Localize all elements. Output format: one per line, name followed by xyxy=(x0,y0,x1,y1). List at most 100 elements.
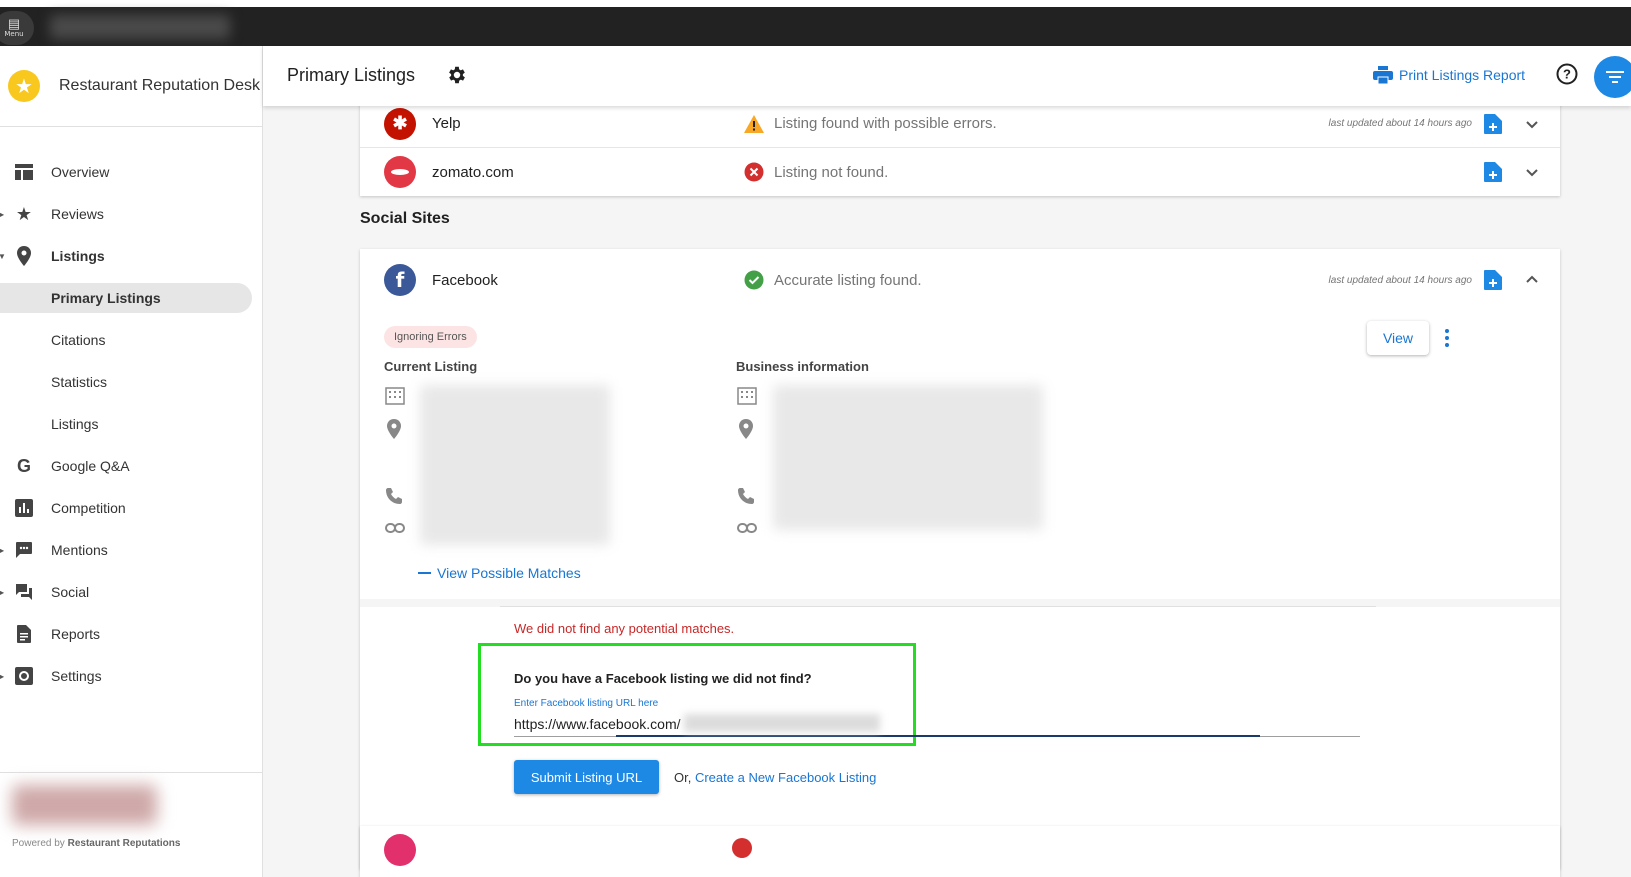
instagram-logo-icon xyxy=(384,834,416,866)
sidebar-item-citations[interactable]: Citations xyxy=(0,319,262,361)
sidebar-nav: Overview ▶ ★ Reviews ▼ Listings Primary … xyxy=(0,151,262,697)
chevron-down-icon[interactable] xyxy=(1524,164,1540,180)
menu-button[interactable]: ▤ Menu xyxy=(0,11,34,45)
phone-icon xyxy=(385,487,405,507)
powered-by: Powered by Restaurant Reputations xyxy=(12,838,180,849)
primary-listings-card: ✱ Yelp Listing found with possible error… xyxy=(360,106,1560,196)
sidebar-item-reports[interactable]: Reports xyxy=(0,613,262,655)
client-logo-redacted xyxy=(12,785,157,825)
sidebar-item-settings[interactable]: ▶ Settings xyxy=(0,655,262,697)
brand-star-icon: ★ xyxy=(8,70,40,102)
warning-icon xyxy=(744,114,764,134)
sidebar-item-statistics[interactable]: Statistics xyxy=(0,361,262,403)
storefront-icon: ▤ xyxy=(7,16,21,31)
print-listings-report-button[interactable]: Print Listings Report xyxy=(1373,66,1525,84)
bar-chart-icon xyxy=(14,498,34,518)
page-header: Primary Listings Print Listings Report ? xyxy=(263,46,1631,106)
dashboard-icon xyxy=(14,162,34,182)
business-info-redacted xyxy=(773,385,1043,530)
page-title: Primary Listings xyxy=(287,65,416,85)
chat-icon xyxy=(14,540,34,560)
gear-icon[interactable] xyxy=(446,64,468,86)
sidebar-item-label: Competition xyxy=(51,500,126,516)
sidebar-footer: Powered by Restaurant Reputations xyxy=(0,772,262,877)
collapse-dash-icon xyxy=(418,572,431,574)
check-circle-icon xyxy=(744,270,764,290)
error-x-icon xyxy=(744,162,764,182)
url-field-label: Enter Facebook listing URL here xyxy=(514,698,659,709)
filter-button[interactable] xyxy=(1594,56,1631,98)
zomato-logo-icon xyxy=(384,156,416,188)
missing-listing-question: Do you have a Facebook listing we did no… xyxy=(514,671,812,686)
listing-row-facebook[interactable]: f Facebook Accurate listing found. last … xyxy=(360,249,1560,311)
sidebar-item-listings-sub[interactable]: Listings xyxy=(0,403,262,445)
no-matches-message: We did not find any potential matches. xyxy=(514,621,735,636)
expand-caret-icon: ▶ xyxy=(0,209,5,219)
facebook-url-input[interactable] xyxy=(514,711,1360,737)
sidebar-item-mentions[interactable]: ▶ Mentions xyxy=(0,529,262,571)
add-document-icon[interactable] xyxy=(1484,162,1502,182)
settings-icon xyxy=(14,666,34,686)
view-possible-matches-link[interactable]: View Possible Matches xyxy=(418,565,581,581)
status-text: Accurate listing found. xyxy=(774,271,922,289)
add-document-icon[interactable] xyxy=(1484,270,1502,290)
sidebar-item-competition[interactable]: Competition xyxy=(0,487,262,529)
sidebar-item-label: Social xyxy=(51,584,90,600)
site-name: Facebook xyxy=(432,271,498,289)
forum-icon xyxy=(14,582,34,602)
top-bar: ▤ Menu xyxy=(0,0,1631,46)
brand-name: Restaurant Reputation Desk xyxy=(59,77,260,94)
create-facebook-listing-link[interactable]: Create a New Facebook Listing xyxy=(695,770,876,785)
sidebar-item-label: Reports xyxy=(51,626,101,642)
listing-row-zomato[interactable]: zomato.com Listing not found. xyxy=(360,148,1560,196)
sidebar-item-label: Reviews xyxy=(51,206,104,222)
input-focus-underline xyxy=(616,735,1260,737)
sidebar-item-label: Statistics xyxy=(51,374,108,390)
status-text: Listing found with possible errors. xyxy=(774,115,997,132)
expand-caret-icon: ▶ xyxy=(0,545,5,555)
sidebar-item-label: Overview xyxy=(51,164,110,180)
last-updated: last updated about 14 hours ago xyxy=(1328,274,1472,286)
sidebar-item-primary-listings[interactable]: Primary Listings xyxy=(0,277,262,319)
sidebar-item-label: Listings xyxy=(51,248,105,264)
facebook-card: f Facebook Accurate listing found. last … xyxy=(360,249,1560,869)
sidebar-item-google-qa[interactable]: G Google Q&A xyxy=(0,445,262,487)
powered-prefix: Powered by xyxy=(12,838,65,849)
link-icon xyxy=(385,521,405,541)
site-name: Yelp xyxy=(432,115,461,132)
sidebar-item-label: Citations xyxy=(51,332,106,348)
help-icon[interactable]: ? xyxy=(1556,63,1578,85)
collapse-caret-icon: ▼ xyxy=(0,251,6,261)
yelp-logo-icon: ✱ xyxy=(384,107,416,140)
expand-caret-icon: ▶ xyxy=(0,671,5,681)
menu-label: Menu xyxy=(4,30,24,38)
view-button[interactable]: View xyxy=(1367,321,1429,355)
print-label: Print Listings Report xyxy=(1399,67,1526,83)
view-matches-label: View Possible Matches xyxy=(437,565,581,581)
sidebar-item-label: Google Q&A xyxy=(51,458,130,474)
account-name-redacted xyxy=(50,15,230,39)
sidebar-item-listings[interactable]: ▼ Listings xyxy=(0,235,262,277)
listing-status: Listing not found. xyxy=(744,162,888,182)
document-icon xyxy=(14,624,34,644)
sidebar-item-reviews[interactable]: ▶ ★ Reviews xyxy=(0,193,262,235)
current-listing-title: Current Listing xyxy=(384,359,478,374)
chevron-down-icon[interactable] xyxy=(1524,116,1540,132)
section-title-social: Social Sites xyxy=(360,210,450,227)
sidebar-item-overview[interactable]: Overview xyxy=(0,151,262,193)
phone-icon xyxy=(737,487,757,507)
listing-status: Listing found with possible errors. xyxy=(744,114,997,134)
more-options-icon[interactable] xyxy=(1442,327,1452,349)
svg-text:?: ? xyxy=(1563,67,1571,82)
url-redacted xyxy=(684,714,880,732)
submit-listing-url-button[interactable]: Submit Listing URL xyxy=(514,760,659,794)
next-listing-row[interactable] xyxy=(360,826,1560,877)
listing-row-yelp[interactable]: ✱ Yelp Listing found with possible error… xyxy=(360,106,1560,148)
sidebar-item-social[interactable]: ▶ Social xyxy=(0,571,262,613)
brand: ★ Restaurant Reputation Desk xyxy=(0,46,262,127)
add-document-icon[interactable] xyxy=(1484,113,1502,134)
location-pin-icon xyxy=(387,419,407,439)
building-icon xyxy=(385,387,405,407)
chevron-up-icon[interactable] xyxy=(1524,272,1540,288)
listing-status: Accurate listing found. xyxy=(744,270,922,290)
